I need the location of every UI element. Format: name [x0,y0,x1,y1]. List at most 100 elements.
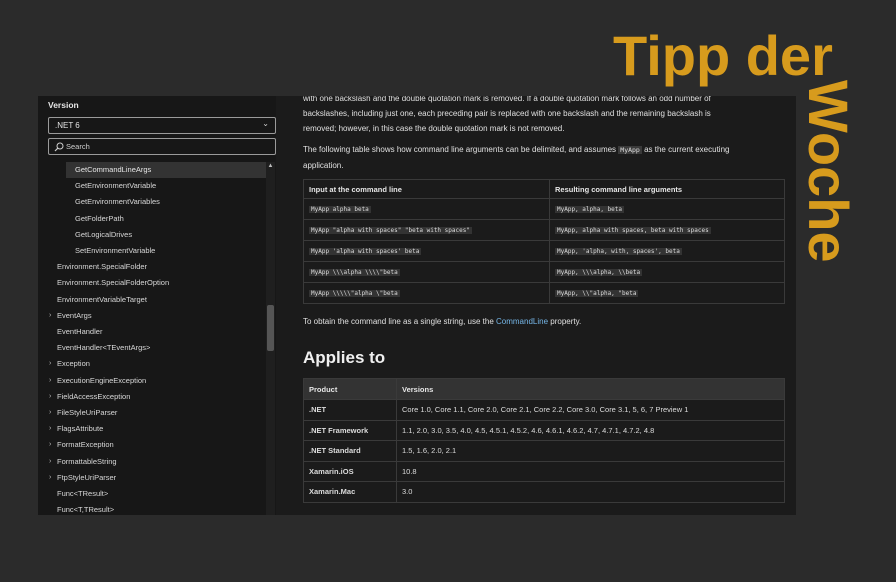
toc-item-label: GetCommandLineArgs [75,165,152,174]
version-select[interactable]: .NET 6 ⌄ [48,117,276,134]
toc-item[interactable]: › FormatException [38,437,266,453]
table-header: Product [303,378,397,400]
toc-item[interactable]: › FormattableString [38,454,266,470]
versions-cell: 1.5, 1.6, 2.0, 2.1 [396,440,785,462]
toc-item-label: Func<TResult> [57,489,109,498]
code-value: MyApp, alpha with spaces, beta with spac… [555,226,711,234]
toc-item[interactable]: Func<TResult> [38,486,266,502]
table-cell: MyApp \\\alpha \\\\"beta [303,261,550,283]
table-header: Versions [396,378,785,400]
commandline-link[interactable]: CommandLine [496,317,548,326]
toc-item[interactable]: Func<T,TResult> [38,502,266,515]
toc-item[interactable]: GetLogicalDrives [38,227,266,243]
table-cell: MyApp, alpha with spaces, beta with spac… [549,219,785,241]
code-value: MyApp, 'alpha, with, spaces', beta [555,247,682,255]
table-cell: MyApp, alpha, beta [549,198,785,220]
chevron-right-icon[interactable]: › [49,405,51,421]
toc-item-label: GetLogicalDrives [75,229,133,239]
table-cell: MyApp 'alpha with spaces' beta [303,240,550,262]
docs-window: Version .NET 6 ⌄ Search GetCommandLineAr… [38,96,796,515]
code-value: MyApp alpha beta [309,205,371,213]
chevron-right-icon[interactable]: › [49,437,51,453]
toc-item[interactable]: › FileStyleUriParser [38,405,266,421]
code-value: MyApp 'alpha with spaces' beta [309,247,422,255]
inline-code: MyApp [618,146,642,154]
toc-item-label: GetEnvironmentVariable [75,181,157,191]
product-cell: Xamarin.Mac [303,481,397,503]
toc-item[interactable]: GetEnvironmentVariables [38,194,266,210]
chevron-right-icon[interactable]: › [49,421,51,437]
toc-scrollbar[interactable]: ▲ [266,162,275,515]
chevron-down-icon: ⌄ [262,119,269,128]
chevron-right-icon[interactable]: › [49,470,51,486]
applies-to-table: Product Versions .NET Core 1.0, Core 1.1,… [303,378,785,503]
table-cell: MyApp, \\\alpha, \\beta [549,261,785,283]
versions-cell: 10.8 [396,460,785,482]
toc-item[interactable]: › FlagsAttribute [38,421,266,437]
table-row: .NET Framework 1.1, 2.0, 3.0, 3.5, 4.0, 4… [303,419,785,441]
overlay-title-tipp: Tipp der [613,24,833,87]
scroll-up-icon[interactable]: ▲ [266,162,275,171]
product-cell: .NET [303,399,397,421]
toc-item[interactable]: Environment.SpecialFolder [38,259,266,275]
table-cell: MyApp "alpha with spaces" "beta with spa… [303,219,550,241]
chevron-right-icon[interactable]: › [49,454,51,470]
code-value: MyApp, \\"alpha, "beta [555,289,639,297]
table-header: Input at the command line [303,179,550,199]
chevron-right-icon[interactable]: › [49,373,51,389]
toc-search-input[interactable]: Search [48,138,276,155]
toc-item-label: EventArgs [57,310,92,320]
toc-item-label: Func<T,TResult> [57,505,115,515]
code-value: MyApp, \\\alpha, \\beta [555,268,643,276]
toc-item[interactable]: › Exception [38,356,266,372]
search-placeholder: Search [66,142,90,151]
toc-item[interactable]: GetCommandLineArgs [66,162,266,178]
toc-item-label: FtpStyleUriParser [57,472,117,482]
obtain-paragraph: To obtain the command line as a single s… [303,317,582,326]
table-row: .NET Core 1.0, Core 1.1, Core 2.0, Core 2… [303,399,785,421]
toc-item[interactable]: GetFolderPath [38,211,266,227]
table-header: Resulting command line arguments [549,179,785,199]
code-value: MyApp, alpha, beta [555,205,625,213]
version-label: Version [48,100,79,110]
table-row: MyApp 'alpha with spaces' beta MyApp, 'al… [303,240,785,262]
toc-item-label: EventHandler<TEventArgs> [57,343,151,353]
toc-item[interactable]: SetEnvironmentVariable [38,243,266,259]
toc-item[interactable]: Environment.SpecialFolderOption [38,275,266,291]
code-value: MyApp "alpha with spaces" "beta with spa… [309,226,472,234]
table-row: .NET Standard 1.5, 1.6, 2.0, 2.1 [303,440,785,462]
toc-item-label: EventHandler [57,327,103,336]
toc-item[interactable]: EnvironmentVariableTarget [38,292,266,308]
versions-cell: 3.0 [396,481,785,503]
chevron-right-icon[interactable]: › [49,356,51,372]
scroll-thumb[interactable] [267,305,274,351]
versions-cell: 1.1, 2.0, 3.0, 3.5, 4.0, 4.5, 4.5.1, 4.5… [396,419,785,441]
toc-sidebar: Version .NET 6 ⌄ Search GetCommandLineAr… [38,96,276,515]
toc-item-label: FlagsAttribute [57,424,104,434]
toc-item[interactable]: EventHandler [38,324,266,340]
toc-item[interactable]: › ExecutionEngineException [38,373,266,389]
chevron-right-icon[interactable]: › [49,308,51,324]
product-cell: .NET Standard [303,440,397,462]
toc-item[interactable]: EventHandler<TEventArgs> [38,340,266,356]
toc-item[interactable]: › FieldAccessException [38,389,266,405]
toc-item-label: GetFolderPath [75,213,124,223]
table-cell: MyApp, 'alpha, with, spaces', beta [549,240,785,262]
command-line-table: Input at the command line Resulting comm… [303,179,785,304]
code-value: MyApp \\\\\"alpha \"beta [309,289,400,297]
table-cell: MyApp \\\\\"alpha \"beta [303,282,550,304]
table-cell: MyApp alpha beta [303,198,550,220]
toc-item-label: SetEnvironmentVariable [75,246,156,255]
toc-item[interactable]: › FtpStyleUriParser [38,470,266,486]
applies-to-heading: Applies to [303,348,386,367]
chevron-right-icon[interactable]: › [49,389,51,405]
toc-item-label: FieldAccessException [57,391,131,401]
table-row: MyApp \\\\\"alpha \"beta MyApp, \\"alpha,… [303,282,785,304]
table-row: MyApp alpha beta MyApp, alpha, beta [303,198,785,220]
toc-item[interactable]: GetEnvironmentVariable [38,178,266,194]
table-row: Xamarin.iOS 10.8 [303,460,785,482]
toc-item-label: FormattableString [57,456,117,466]
toc-item-label: FormatException [57,440,114,450]
versions-cell: Core 1.0, Core 1.1, Core 2.0, Core 2.1, … [396,399,785,421]
toc-item[interactable]: › EventArgs [38,308,266,324]
